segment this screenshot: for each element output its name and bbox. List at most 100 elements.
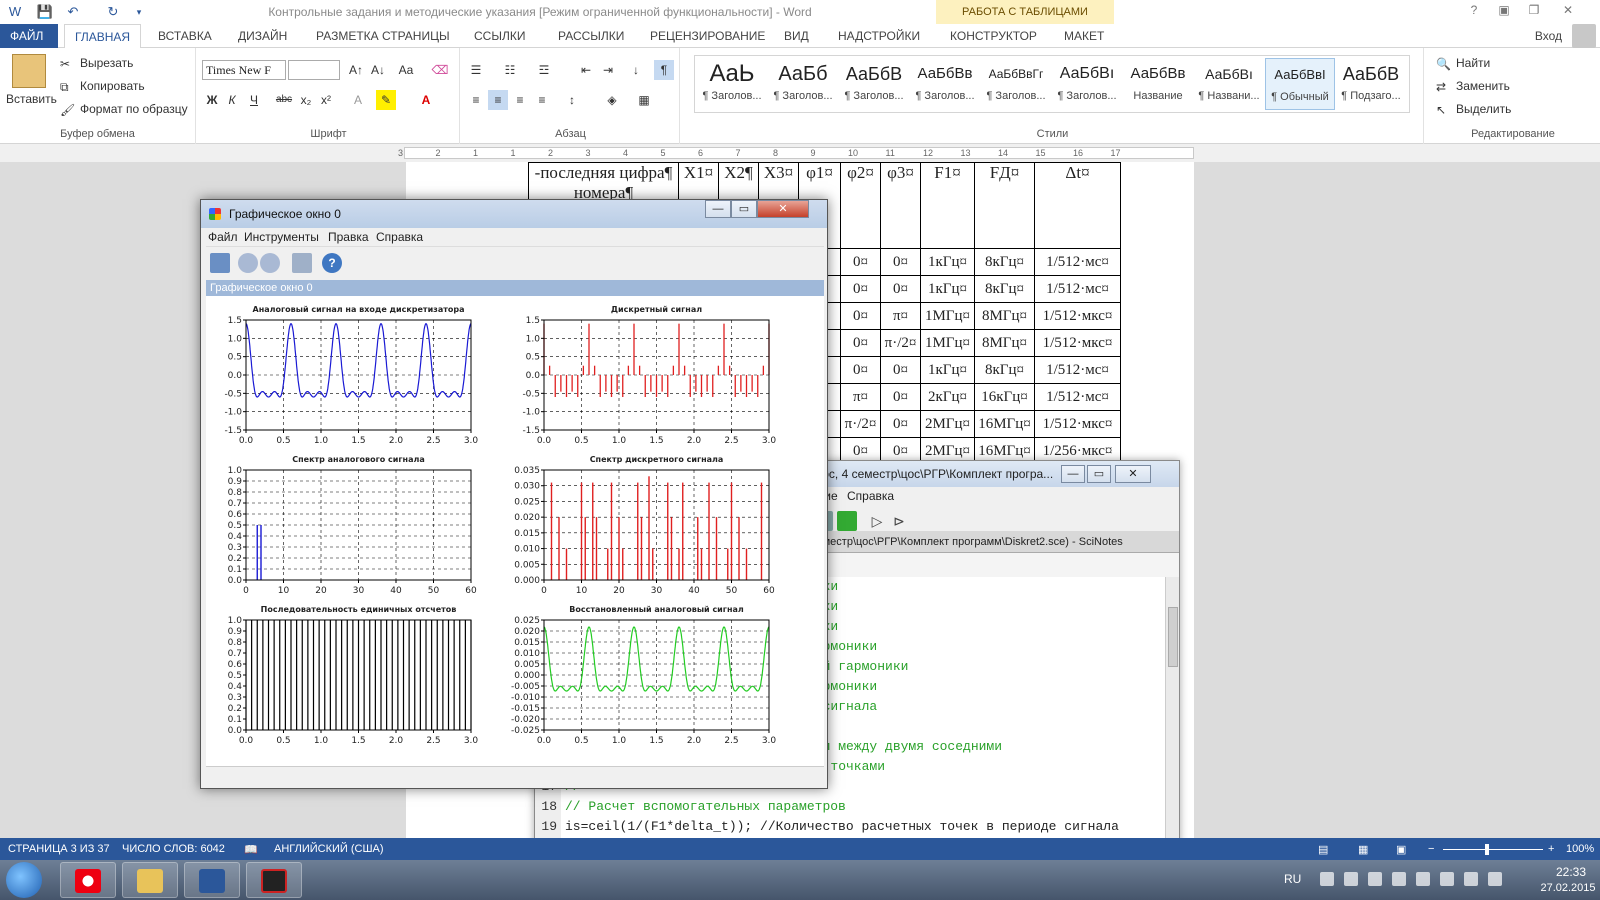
style-heading-4[interactable]: АаБбВв ¶ Заголов... (910, 58, 980, 110)
dropbox-icon[interactable] (1344, 872, 1358, 886)
table-header-cell[interactable]: Δt¤ (1034, 162, 1121, 249)
read-mode-icon[interactable]: ▤ (1318, 843, 1328, 856)
numbering-icon[interactable]: ☷ (500, 60, 520, 80)
table-cell[interactable]: 16МГц¤ (974, 410, 1035, 438)
table-cell[interactable]: 8МГц¤ (974, 302, 1035, 330)
table-cell[interactable]: 0¤ (880, 410, 921, 438)
proofing-icon[interactable]: 📖 (244, 843, 258, 856)
align-left-icon[interactable]: ≡ (466, 90, 486, 110)
table-cell[interactable]: 1/512·мкс¤ (1034, 329, 1121, 357)
font-name-input[interactable]: Times New F (202, 60, 286, 80)
style-heading-2[interactable]: АаБб ¶ Заголов... (768, 58, 838, 110)
undo-icon[interactable]: ↶ (64, 3, 82, 21)
show-marks-icon[interactable]: ¶ (654, 60, 674, 80)
taskbar-explorer[interactable] (122, 862, 178, 898)
shrink-font-icon[interactable]: A↓ (368, 60, 388, 80)
tray-language[interactable]: RU (1284, 872, 1301, 886)
table-cell[interactable]: 1/512·мс¤ (1034, 356, 1121, 384)
help-icon[interactable]: ? (1462, 3, 1486, 17)
align-right-icon[interactable]: ≡ (510, 90, 530, 110)
tab-addins[interactable]: НАДСТРОЙКИ (828, 24, 930, 48)
datatip-icon[interactable] (292, 253, 312, 273)
close-icon[interactable]: ✕ (1556, 3, 1580, 17)
zoom-slider-thumb[interactable] (1485, 844, 1489, 855)
select-button[interactable]: ↖ Выделить (1436, 102, 1511, 117)
taskbar-scilab[interactable] (246, 862, 302, 898)
clock-date[interactable]: 27.02.2015 (1536, 882, 1600, 894)
graphic-menu-tools[interactable]: Инструменты (244, 230, 319, 244)
scinotes-run-step-icon[interactable]: ⊳ (889, 511, 909, 531)
style-heading-5[interactable]: АаБбВвГг ¶ Заголов... (981, 58, 1051, 110)
multilevel-icon[interactable]: ☲ (534, 60, 554, 80)
clock-time[interactable]: 22:33 (1546, 865, 1596, 879)
signin-link[interactable]: Вход (1535, 29, 1562, 43)
security-icon[interactable] (1392, 872, 1406, 886)
tab-table-design[interactable]: КОНСТРУКТОР (940, 24, 1047, 48)
format-painter-button[interactable]: 🖌 Формат по образцу (60, 102, 188, 117)
scinotes-scrollbar[interactable] (1165, 577, 1179, 861)
paste-button[interactable]: Вставить (6, 92, 57, 106)
decrease-indent-icon[interactable]: ⇤ (576, 60, 596, 80)
save-icon[interactable]: 💾 (36, 3, 54, 21)
help-icon[interactable]: ? (322, 253, 342, 273)
graphic-menu-help[interactable]: Справка (376, 230, 423, 244)
graphic-window-titlebar[interactable]: Графическое окно 0 — ▭ ✕ (201, 200, 827, 228)
zoom-reset-icon[interactable] (260, 253, 280, 273)
graphic-menu-file[interactable]: Файл (208, 230, 238, 244)
zoom-in-icon[interactable]: + (1548, 843, 1554, 855)
taskbar-opera[interactable] (60, 862, 116, 898)
tab-layout[interactable]: РАЗМЕТКА СТРАНИЦЫ (306, 24, 460, 48)
tab-mailings[interactable]: РАССЫЛКИ (548, 24, 634, 48)
redo-icon[interactable]: ↻ (104, 3, 122, 21)
zoom-slider[interactable] (1443, 849, 1543, 850)
style-normal[interactable]: АаБбВвI ¶ Обычный (1265, 58, 1335, 110)
ribbon-display-icon[interactable]: ▣ (1492, 3, 1516, 17)
table-cell[interactable]: π·/2¤ (880, 329, 921, 357)
tab-insert[interactable]: ВСТАВКА (148, 24, 222, 48)
tray-ime-icon[interactable] (1440, 872, 1454, 886)
tab-references[interactable]: ССЫЛКИ (464, 24, 535, 48)
status-words[interactable]: ЧИСЛО СЛОВ: 6042 (122, 843, 225, 855)
bold-icon[interactable]: Ж (202, 90, 222, 110)
action-center-icon[interactable] (1368, 872, 1382, 886)
table-cell[interactable]: 1МГц¤ (920, 329, 975, 357)
table-cell[interactable]: 2кГц¤ (920, 383, 975, 411)
table-cell[interactable]: 8кГц¤ (974, 248, 1035, 276)
table-header-cell[interactable]: F1¤ (920, 162, 975, 249)
style-title[interactable]: АаБбВв Название (1123, 58, 1193, 110)
table-cell[interactable]: 1/512·мс¤ (1034, 275, 1121, 303)
volume-icon[interactable] (1488, 872, 1502, 886)
scinotes-tab-label[interactable]: семестр\цос\РГР\Комплект программ\Diskre… (811, 536, 1123, 548)
code-line[interactable]: 18 // Расчет вспомогательных параметров (535, 797, 846, 817)
scinotes-close-icon[interactable]: ✕ (1115, 465, 1151, 483)
table-cell[interactable]: 1/512·мкс¤ (1034, 410, 1121, 438)
tab-file[interactable]: ФАЙЛ (0, 24, 58, 48)
strikethrough-icon[interactable]: abc (274, 90, 294, 110)
font-size-input[interactable] (288, 60, 340, 80)
tab-review[interactable]: РЕЦЕНЗИРОВАНИЕ (640, 24, 775, 48)
web-layout-icon[interactable]: ▣ (1396, 843, 1406, 856)
sort-icon[interactable]: ↓ (626, 60, 646, 80)
paste-icon[interactable] (12, 54, 46, 88)
find-button[interactable]: 🔍 Найти (1436, 56, 1490, 71)
graphic-menu-edit[interactable]: Правка (328, 230, 369, 244)
style-heading-6[interactable]: АаБбВı ¶ Заголов... (1052, 58, 1122, 110)
graphic-window[interactable]: Графическое окно 0 — ▭ ✕ Файл Инструмент… (200, 199, 828, 789)
clear-format-icon[interactable]: ⌫ (430, 60, 450, 80)
table-cell[interactable]: 0¤ (840, 275, 881, 303)
status-language[interactable]: АНГЛИЙСКИЙ (США) (274, 843, 384, 855)
table-cell[interactable]: 0¤ (880, 275, 921, 303)
scinotes-scroll-thumb[interactable] (1168, 607, 1178, 667)
table-cell[interactable]: π¤ (840, 383, 881, 411)
table-cell[interactable]: 8МГц¤ (974, 329, 1035, 357)
restore-icon[interactable]: ❐ (1522, 3, 1546, 17)
borders-icon[interactable]: ▦ (634, 90, 654, 110)
table-cell[interactable]: 1кГц¤ (920, 275, 975, 303)
highlight-icon[interactable]: ✎ (376, 90, 396, 110)
table-cell[interactable]: 0¤ (840, 248, 881, 276)
graphic-canvas[interactable]: Аналоговый сигнал на входе дискретизатор… (206, 296, 824, 766)
zoom-level[interactable]: 100% (1566, 843, 1594, 855)
table-cell[interactable]: 16кГц¤ (974, 383, 1035, 411)
superscript-icon[interactable]: x² (316, 90, 336, 110)
table-cell[interactable]: 0¤ (880, 356, 921, 384)
